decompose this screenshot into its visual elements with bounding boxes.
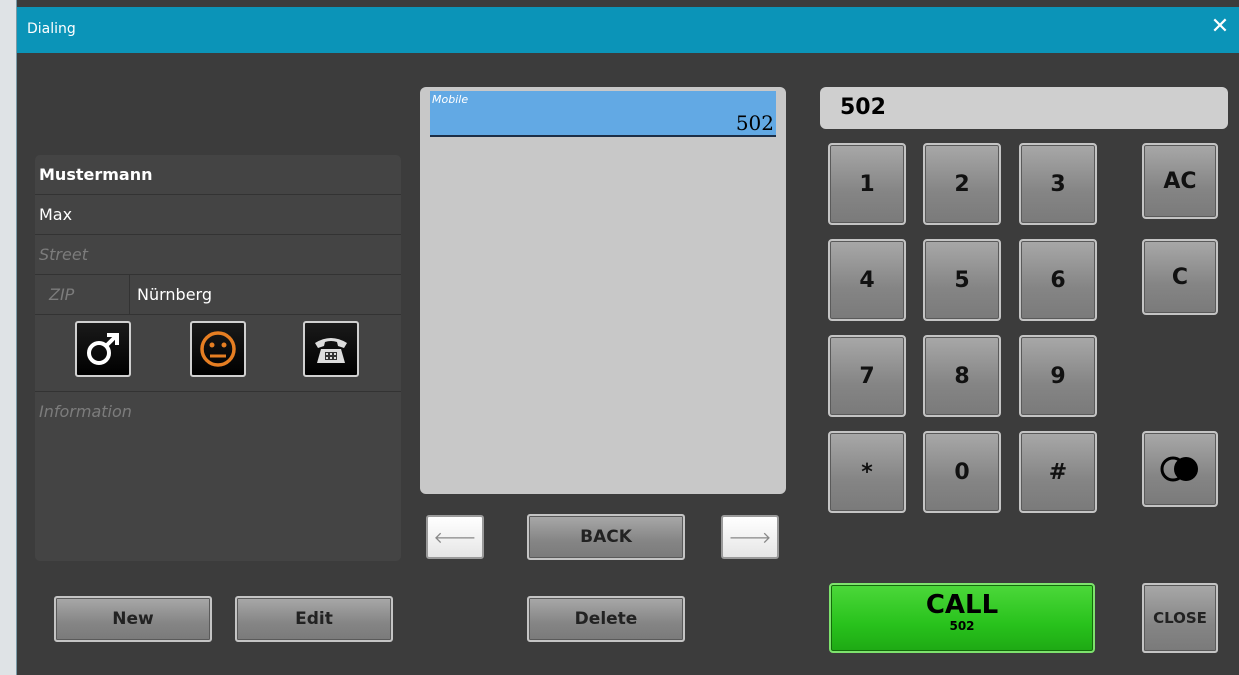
key-6[interactable]: 6 (1019, 239, 1097, 321)
title-bar: Dialing ✕ (17, 7, 1239, 53)
delete-button[interactable]: Delete (527, 596, 685, 642)
number-list: Mobile 502 (420, 87, 786, 494)
number-display[interactable]: 502 (820, 87, 1228, 129)
key-star[interactable]: * (828, 431, 906, 513)
telephone-icon[interactable] (303, 321, 359, 377)
call-label: CALL (925, 590, 999, 620)
key-1[interactable]: 1 (828, 143, 906, 225)
city-field[interactable]: Nürnberg (137, 285, 212, 304)
information-field[interactable]: Information (39, 402, 132, 421)
edit-button[interactable]: Edit (235, 596, 393, 642)
contact-panel: Mustermann Max Street ZIP Nürnberg Infor… (35, 155, 401, 561)
prev-button[interactable]: 🡐 (426, 515, 484, 559)
new-button[interactable]: New (54, 596, 212, 642)
display-value: 502 (840, 95, 886, 120)
key-7[interactable]: 7 (828, 335, 906, 417)
key-4[interactable]: 4 (828, 239, 906, 321)
ac-button[interactable]: AC (1142, 143, 1218, 219)
back-button[interactable]: BACK (527, 514, 685, 560)
dialing-window: Dialing ✕ Mustermann Max Street ZIP Nürn… (16, 0, 1239, 675)
c-button[interactable]: C (1142, 239, 1218, 315)
male-gender-icon[interactable] (75, 321, 131, 377)
key-5[interactable]: 5 (923, 239, 1001, 321)
zip-city-row: ZIP Nürnberg (35, 275, 401, 315)
next-button[interactable]: 🡒 (721, 515, 779, 559)
number-type: Mobile (432, 93, 469, 106)
close-button[interactable]: CLOSE (1142, 583, 1218, 653)
zip-field[interactable]: ZIP (49, 285, 74, 304)
key-9[interactable]: 9 (1019, 335, 1097, 417)
circles-toggle-icon (1160, 456, 1198, 482)
first-name-row: Max (35, 195, 401, 235)
call-button[interactable]: CALL 502 (829, 583, 1095, 653)
toggle-button[interactable] (1142, 431, 1218, 507)
information-row: Information (35, 391, 401, 431)
neutral-face-icon[interactable] (190, 321, 246, 377)
list-item[interactable]: Mobile 502 (430, 91, 776, 137)
key-2[interactable]: 2 (923, 143, 1001, 225)
number-value: 502 (735, 111, 774, 135)
key-hash[interactable]: # (1019, 431, 1097, 513)
key-8[interactable]: 8 (923, 335, 1001, 417)
last-name[interactable]: Mustermann (39, 165, 152, 184)
divider (129, 275, 130, 314)
key-0[interactable]: 0 (923, 431, 1001, 513)
key-3[interactable]: 3 (1019, 143, 1097, 225)
street-field[interactable]: Street (39, 245, 88, 264)
last-name-row: Mustermann (35, 155, 401, 195)
call-number: 502 (949, 619, 975, 633)
arrow-right-icon: 🡒 (728, 528, 772, 547)
first-name[interactable]: Max (39, 205, 72, 224)
street-row: Street (35, 235, 401, 275)
arrow-left-icon: 🡐 (433, 528, 477, 547)
close-icon[interactable]: ✕ (1208, 15, 1232, 39)
window-title: Dialing (27, 21, 76, 37)
